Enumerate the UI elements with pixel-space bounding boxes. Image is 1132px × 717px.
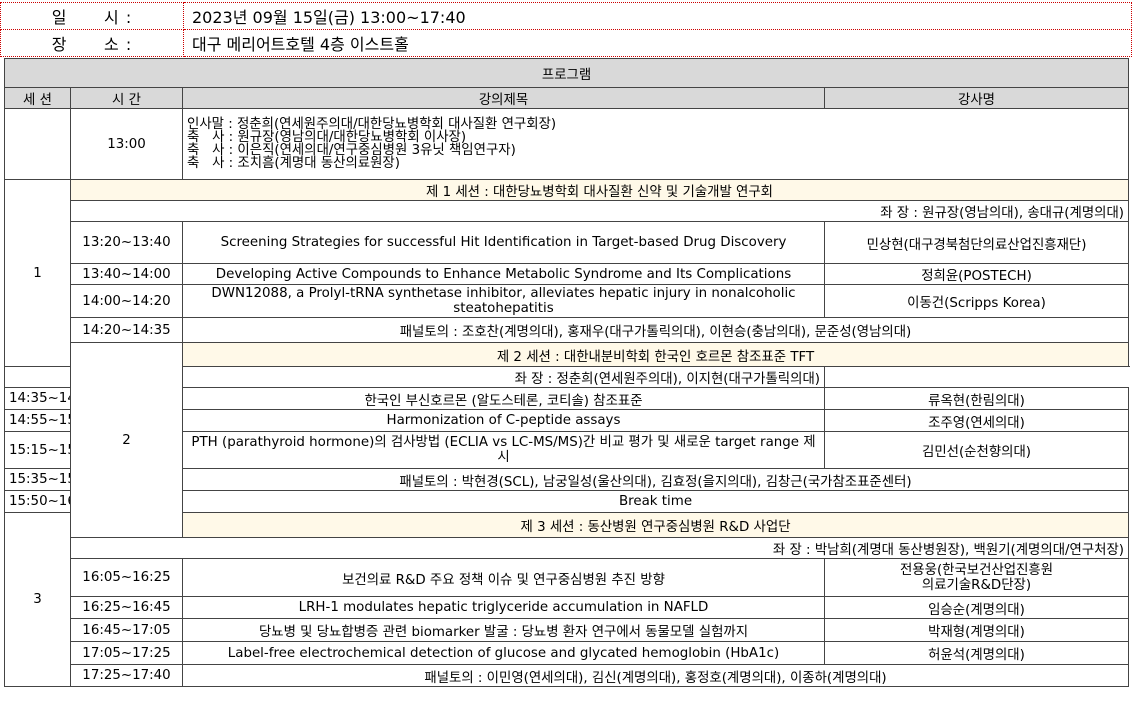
venue-label: 장 소 : [0, 29, 184, 57]
panel-row: 17:25~17:40 패널토의 : 이민영(연세의대), 김신(계명의대), … [5, 664, 1130, 687]
venue-row: 장 소 : 대구 메리어트호텔 4층 이스트홀 [0, 29, 1132, 57]
table-row: 16:25~16:45 LRH-1 modulates hepatic trig… [5, 596, 1130, 619]
session-chairs-row: 좌 장 : 원규장(영남의대), 송대규(계명의대) [5, 200, 1130, 222]
session-title: 제 2 세션 : 대한내분비학회 한국인 호르몬 참조표준 TFT [181, 342, 1130, 367]
opening-line: 축 사 : 조치흠(계명대 동산의료원장) [187, 156, 400, 171]
table-row: 16:45~17:05 당뇨병 및 당뇨합병증 관련 biomarker 발굴 … [5, 618, 1130, 642]
talk-title: 한국인 부신호르몬 (알도스테론, 코티솔) 참조표준 [182, 387, 825, 410]
session-chairs-row: 좌 장 : 정춘희(연세원주의대), 이지현(대구가톨릭의대) [4, 366, 1129, 388]
talk-title: DWN12088, a Prolyl-tRNA synthetase inhib… [182, 284, 825, 318]
header-time: 시 간 [70, 87, 183, 109]
panel-time: 17:25~17:40 [70, 664, 183, 687]
talk-speaker: 김민선(순천향의대) [823, 431, 1130, 469]
panel-row: 14:20~14:35 패널토의 : 조호찬(계명의대), 홍재우(대구가톨릭의… [5, 317, 1130, 343]
talk-speaker: 류옥현(한림의대) [823, 387, 1130, 410]
panel-discussion: 패널토의 : 조호찬(계명의대), 홍재우(대구가톨릭의대), 이현승(충남의대… [181, 317, 1130, 343]
talk-title: 보건의료 R&D 주요 정책 이슈 및 연구중심병원 추진 방향 [182, 558, 825, 597]
talk-speaker: 이동건(Scripps Korea) [823, 284, 1130, 318]
talk-title: Label-free electrochemical detection of … [182, 641, 825, 665]
header-speaker: 강사명 [823, 87, 1130, 109]
opening-remarks: 인사말 : 정춘희(연세원주의대/대한당뇨병학회 대사질환 연구회장) 축 사 … [181, 108, 1130, 180]
talk-speaker: 박재형(계명의대) [823, 618, 1130, 642]
table-row: 14:00~14:20 DWN12088, a Prolyl-tRNA synt… [5, 284, 1130, 318]
session-chairs: 좌 장 : 정춘희(연세원주의대), 이지현(대구가톨릭의대) [4, 366, 825, 388]
header-lecture-title: 강의제목 [182, 87, 825, 109]
talk-title: Harmonization of C-peptide assays [182, 409, 825, 432]
talk-time: 13:40~14:00 [70, 263, 183, 285]
talk-title: Screening Strategies for successful Hit … [182, 221, 825, 264]
break-time: 15:50~16:05 [4, 490, 71, 513]
talk-title: Developing Active Compounds to Enhance M… [182, 263, 825, 285]
program-title: 프로그램 [3, 58, 1130, 88]
session-title-row: 1 제 1 세션 : 대한당뇨병학회 대사질환 신약 및 기술개발 연구회 [4, 179, 1130, 367]
panel-discussion: 패널토의 : 이민영(연세의대), 김신(계명의대), 홍정호(계명의대), 이… [181, 664, 1130, 687]
program-document: 일 시 : 2023년 09월 15일(금) 13:00~17:40 장 소 :… [0, 0, 1132, 717]
table-row: 13:20~13:40 Screening Strategies for suc… [5, 221, 1130, 264]
session-title: 제 1 세션 : 대한당뇨병학회 대사질환 신약 및 기술개발 연구회 [69, 179, 1130, 201]
talk-time: 16:25~16:45 [70, 596, 183, 619]
talk-speaker: 조주영(연세의대) [823, 409, 1130, 432]
date-value: 2023년 09월 15일(금) 13:00~17:40 [183, 2, 1132, 30]
venue-value: 대구 메리어트호텔 4층 이스트홀 [183, 29, 1132, 57]
talk-title: PTH (parathyroid hormone)의 검사방법 (ECLIA v… [182, 431, 825, 469]
session-number: 1 [4, 179, 71, 367]
talk-time: 16:45~17:05 [70, 618, 183, 642]
talk-title: 당뇨병 및 당뇨합병증 관련 biomarker 발굴 : 당뇨병 환자 연구에… [182, 618, 825, 642]
talk-time: 14:35~14:55 [4, 387, 71, 410]
session-title-row: 2 제 2 세션 : 대한내분비학회 한국인 호르몬 참조표준 TFT [5, 342, 1130, 538]
talk-time: 16:05~16:25 [70, 558, 183, 597]
talk-speaker: 허윤석(계명의대) [823, 641, 1130, 665]
table-row: 13:40~14:00 Developing Active Compounds … [5, 263, 1130, 285]
talk-speaker: 정희윤(POSTECH) [823, 263, 1130, 285]
session-number: 3 [4, 512, 71, 687]
program-title-row: 프로그램 [3, 58, 1130, 88]
session-chairs-row: 좌 장 : 박남희(계명대 동산병원장), 백원기(계명의대/연구처장) [5, 537, 1130, 559]
table-row: 17:05~17:25 Label-free electrochemical d… [5, 641, 1130, 665]
opening-time: 13:00 [70, 108, 183, 180]
table-row: 16:05~16:25 보건의료 R&D 주요 정책 이슈 및 연구중심병원 추… [5, 558, 1130, 597]
talk-speaker: 전용웅(한국보건산업진흥원 의료기술R&D단장) [823, 558, 1130, 597]
talk-time: 14:00~14:20 [70, 284, 183, 318]
panel-discussion: 패널토의 : 박현경(SCL), 남궁일성(울산의대), 김효정(을지의대), … [181, 468, 1130, 491]
talk-time: 15:15~15:35 [4, 431, 71, 469]
opening-row: 13:00 인사말 : 정춘희(연세원주의대/대한당뇨병학회 대사질환 연구회장… [4, 108, 1130, 180]
talk-time: 13:20~13:40 [70, 221, 183, 264]
event-info: 일 시 : 2023년 09월 15일(금) 13:00~17:40 장 소 :… [0, 2, 1132, 57]
session-title: 제 3 세션 : 동산병원 연구중심병원 R&D 사업단 [181, 512, 1130, 538]
date-row: 일 시 : 2023년 09월 15일(금) 13:00~17:40 [0, 2, 1132, 30]
panel-time: 14:20~14:35 [70, 317, 183, 343]
talk-title: LRH-1 modulates hepatic triglyceride acc… [182, 596, 825, 619]
talk-time: 17:05~17:25 [70, 641, 183, 665]
header-row: 세 션 시 간 강의제목 강사명 [4, 87, 1130, 109]
program-table: 프로그램 세 션 시 간 강의제목 강사명 13:00 인사말 : 정춘희(연세… [3, 58, 1130, 687]
header-session: 세 션 [4, 87, 71, 109]
talk-time: 14:55~15:15 [4, 409, 71, 432]
talk-speaker: 민상현(대구경북첨단의료산업진흥재단) [823, 221, 1130, 264]
break-label: Break time [181, 490, 1130, 513]
session-chairs: 좌 장 : 원규장(영남의대), 송대규(계명의대) [69, 200, 1130, 222]
panel-time: 15:35~15:50 [4, 468, 71, 491]
date-label: 일 시 : [0, 2, 184, 30]
session-chairs: 좌 장 : 박남희(계명대 동산병원장), 백원기(계명의대/연구처장) [69, 537, 1130, 559]
talk-speaker: 임승순(계명의대) [823, 596, 1130, 619]
